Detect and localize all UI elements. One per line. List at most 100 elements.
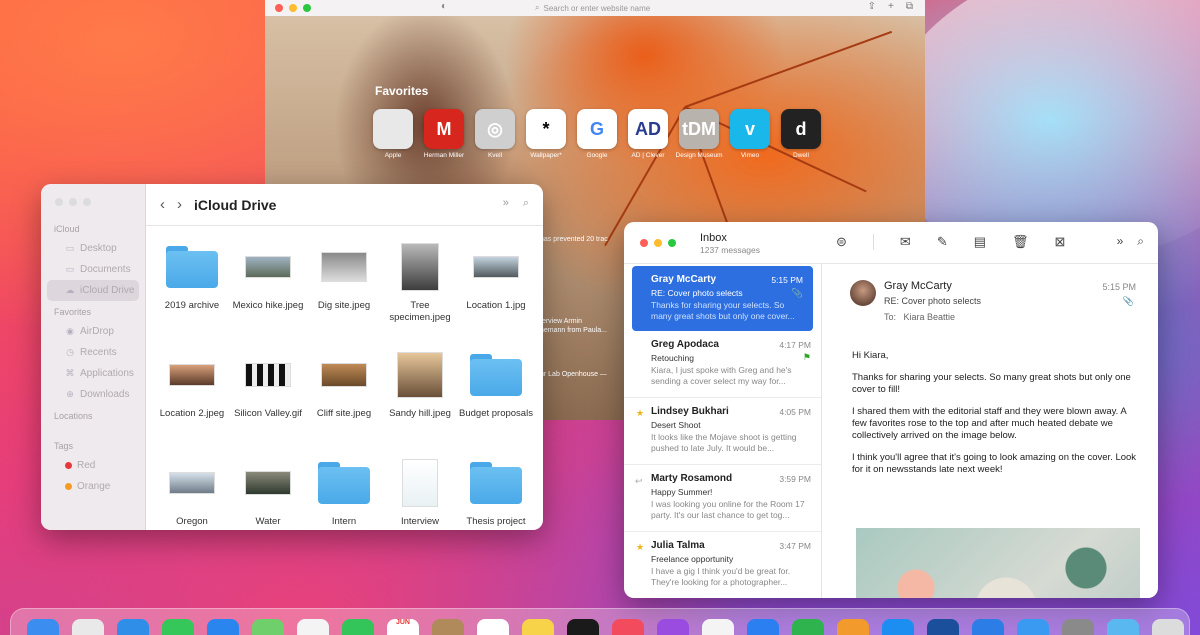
news-snippet[interactable]: ur Lab Openhouse — [540,371,607,378]
finder-icon[interactable] [27,619,59,635]
message-row[interactable]: Greg Apodaca 4:17 PM Retouching Kiara, I ju… [624,331,821,398]
sidebar-item[interactable]: ⊕ Downloads [47,384,139,405]
instruments-icon[interactable] [972,619,1004,635]
message-row[interactable]: ★ Julia Talma 3:47 PM Freelance opportunity… [624,532,821,598]
zoom-button[interactable] [668,239,676,247]
favorite-item[interactable]: d Dwell [781,109,821,159]
file-item[interactable]: Oregon [154,454,230,530]
trash-icon[interactable] [1152,619,1184,635]
message-row[interactable]: ★ Lindsey Bukhari 4:05 PM Desert Shoot It lo… [624,398,821,465]
xcode-icon[interactable] [927,619,959,635]
news-snippet[interactable]: nemann from Paula... [540,327,607,334]
contacts-icon[interactable] [432,619,464,635]
downloads-icon[interactable] [1107,619,1139,635]
privacy-shield-icon[interactable]: ◐ [441,1,447,12]
file-item[interactable]: Intern [306,454,382,530]
favorite-tile-icon[interactable]: * [526,109,566,149]
favorite-item[interactable]: * Wallpaper* [526,109,566,159]
photos-icon[interactable] [297,619,329,635]
testflight-icon[interactable] [1017,619,1049,635]
favorite-item[interactable]: tDM Design Museum [676,109,722,159]
sidebar-item[interactable]: Red [47,455,139,476]
file-item[interactable]: 2019 archive [154,238,230,346]
calendar-icon[interactable]: JUN [387,619,419,635]
close-button[interactable] [640,239,648,247]
address-bar[interactable]: ⌕ Search or enter website name [535,2,705,14]
favorite-tile-icon[interactable]: AD [628,109,668,149]
zoom-button[interactable] [303,4,311,12]
compose-icon[interactable]: ✎ [937,234,948,250]
favorite-tile-icon[interactable]: ◎ [475,109,515,149]
zoom-button[interactable] [83,198,91,206]
file-item[interactable]: Location 1.jpg [458,238,534,346]
favorite-tile-icon[interactable]: v [730,109,770,149]
music-icon[interactable] [612,619,644,635]
podcasts-icon[interactable] [657,619,689,635]
new-tab-icon[interactable]: + [888,1,894,12]
more-chevrons-icon[interactable]: » [503,197,509,210]
message-row[interactable]: Gray McCarty 5:15 PM RE: Cover photo selec… [632,266,813,331]
more-chevrons-icon[interactable]: » [1117,234,1124,249]
file-item[interactable]: Silicon Valley.gif [230,346,306,454]
sidebar-item[interactable]: ▭ Documents [47,259,139,280]
numbers-icon[interactable] [792,619,824,635]
search-icon[interactable]: ⌕ [523,197,529,210]
filter-icon[interactable]: ⊜ [836,234,847,250]
favorite-tile-icon[interactable]: G [577,109,617,149]
system-preferences-icon[interactable] [1062,619,1094,635]
get-mail-icon[interactable]: ✉ [900,234,911,250]
news-snippet[interactable]: has prevented 20 trac [540,236,608,243]
favorite-item[interactable]: ◎ Kvell [475,109,515,159]
launchpad-icon[interactable] [72,619,104,635]
sidebar-item[interactable]: ◷ Recents [47,342,139,363]
tab-overview-icon[interactable]: ⧉ [906,1,913,12]
minimize-button[interactable] [69,198,77,206]
trash-icon[interactable]: 🗑 [1012,234,1029,250]
favorite-item[interactable]: G Google [577,109,617,159]
sidebar-item[interactable]: ▭ Desktop [47,238,139,259]
file-item[interactable]: Thesis project [458,454,534,530]
pages-icon[interactable] [837,619,869,635]
favorite-item[interactable]: v Vimeo [730,109,770,159]
forward-chevron-icon[interactable]: › [177,196,182,213]
tv-icon[interactable] [567,619,599,635]
back-chevron-icon[interactable]: ‹ [160,196,165,213]
sidebar-item[interactable]: ☁ iCloud Drive [47,280,139,301]
favorite-item[interactable]: AD AD | Clever [628,109,668,159]
minimize-button[interactable] [654,239,662,247]
close-button[interactable] [55,198,63,206]
file-item[interactable]: Location 2.jpeg [154,346,230,454]
messages-icon[interactable] [162,619,194,635]
close-button[interactable] [275,4,283,12]
news-snippet[interactable]: terview Armin [540,318,582,325]
sidebar-item[interactable]: ◉ AirDrop [47,321,139,342]
app-store-icon[interactable] [882,619,914,635]
message-row[interactable]: ↩ Marty Rosamond 3:59 PM Happy Summer! I was… [624,465,821,532]
keynote-icon[interactable] [747,619,779,635]
junk-icon[interactable]: ⊠ [1055,234,1066,250]
recipient-name[interactable]: Kiara Beattie [904,312,956,322]
archive-icon[interactable]: ▤ [974,234,986,250]
file-item[interactable]: Cliff site.jpeg [306,346,382,454]
file-item[interactable]: Sandy hill.jpeg [382,346,458,454]
sidebar-item[interactable]: Orange [47,476,139,497]
favorite-item[interactable]: Apple [373,109,413,159]
mail-icon[interactable] [207,619,239,635]
favorite-tile-icon[interactable]: M [424,109,464,149]
favorite-tile-icon[interactable]: d [781,109,821,149]
share-icon[interactable]: ⇪ [868,1,876,12]
minimize-button[interactable] [289,4,297,12]
favorite-tile-icon[interactable]: tDM [679,109,719,149]
file-item[interactable]: Mexico hike.jpeg [230,238,306,346]
sidebar-item[interactable]: ⌘ Applications [47,363,139,384]
news-icon[interactable] [702,619,734,635]
file-item[interactable]: Interview [382,454,458,530]
attached-cover-image[interactable] [856,528,1140,598]
file-item[interactable]: Dig site.jpeg [306,238,382,346]
file-item[interactable]: Tree specimen.jpeg [382,238,458,346]
safari-icon[interactable] [117,619,149,635]
maps-icon[interactable] [252,619,284,635]
reminders-icon[interactable] [477,619,509,635]
facetime-icon[interactable] [342,619,374,635]
search-icon[interactable]: ⌕ [1137,234,1144,249]
